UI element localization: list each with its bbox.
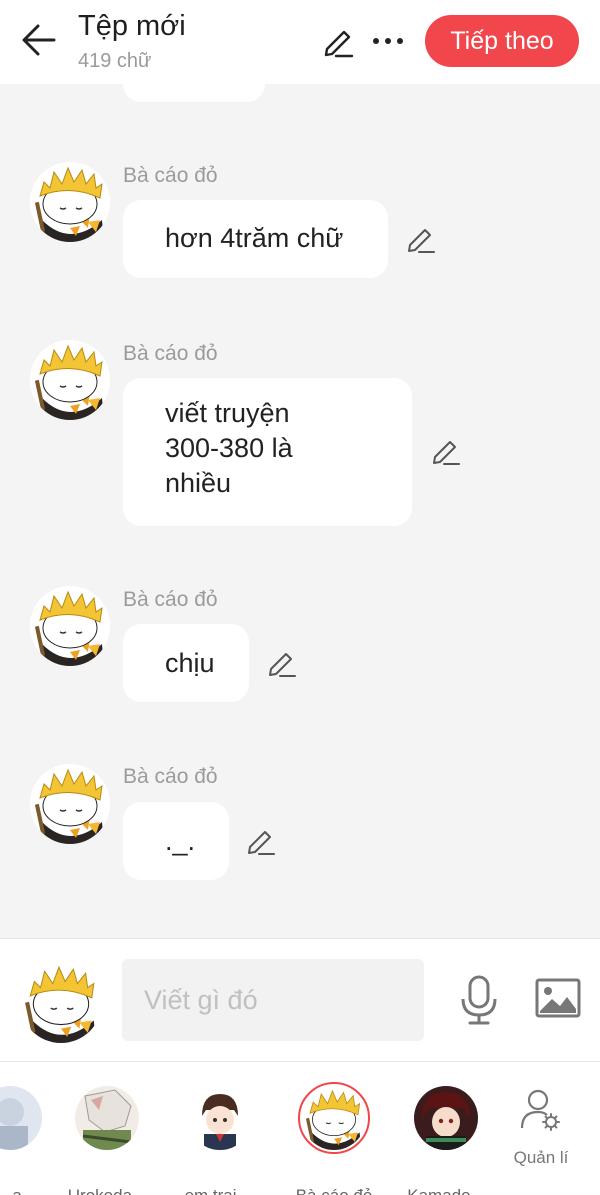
- character-avatar: [298, 1082, 370, 1154]
- character-name: em trai ...: [170, 1186, 270, 1195]
- message-text-line: viết truyện: [165, 398, 290, 428]
- message-bubble[interactable]: hơn 4trăm chữ: [123, 200, 388, 278]
- avatar[interactable]: [30, 340, 110, 420]
- character-name: Bà cáo đỏ: [284, 1186, 384, 1195]
- message-text-line: nhiều: [165, 468, 232, 498]
- character-name: a...: [0, 1186, 60, 1195]
- edit-message-button[interactable]: [265, 646, 299, 680]
- message-bubble[interactable]: ._.: [123, 802, 229, 880]
- avatar[interactable]: [30, 586, 110, 666]
- message-text: chịu: [165, 648, 215, 678]
- sender-name: Bà cáo đỏ: [123, 588, 218, 611]
- avatar[interactable]: [30, 162, 110, 242]
- arrow-left-icon: [22, 24, 56, 56]
- user-settings-icon: [520, 1089, 560, 1131]
- microphone-icon: [461, 975, 497, 1025]
- message-text: hơn 4trăm chữ: [165, 223, 344, 253]
- back-button[interactable]: [18, 20, 62, 60]
- more-dots-icon: [373, 38, 403, 44]
- more-options-button[interactable]: [368, 22, 408, 62]
- voice-input-button[interactable]: [458, 975, 500, 1025]
- manage-characters-button[interactable]: Quản lí: [506, 1084, 576, 1184]
- sender-name: Bà cáo đỏ: [123, 164, 218, 187]
- next-button[interactable]: Tiếp theo: [425, 15, 579, 67]
- sender-name: Bà cáo đỏ: [123, 342, 218, 365]
- insert-image-button[interactable]: [534, 977, 582, 1021]
- pencil-icon: [269, 653, 296, 677]
- avatar[interactable]: [30, 764, 110, 844]
- edit-message-button[interactable]: [244, 824, 278, 858]
- manage-label: Quản lí: [513, 1148, 569, 1167]
- edit-message-button[interactable]: [429, 434, 463, 468]
- chat-area[interactable]: Bà cáo đỏ hơn 4trăm chữ Bà cáo đỏ viết t…: [0, 84, 600, 938]
- message-bubble-partial: [123, 84, 265, 102]
- character-avatar: [75, 1086, 139, 1150]
- message-bubble[interactable]: viết truyện 300-380 là nhiều: [123, 378, 412, 526]
- pencil-icon: [248, 831, 275, 855]
- sender-name: Bà cáo đỏ: [123, 765, 218, 788]
- character-bar: a... Urokoda...: [0, 1062, 600, 1195]
- message-text-line: 300-380 là: [165, 433, 293, 463]
- edit-message-button[interactable]: [404, 222, 438, 256]
- top-bar: Tệp mới 419 chữ Tiếp theo: [0, 0, 600, 84]
- word-count: 419 chữ: [78, 50, 152, 72]
- character-name: Urokoda...: [57, 1186, 157, 1195]
- character-avatar: [414, 1086, 478, 1150]
- character-name: Kamado...: [396, 1186, 496, 1195]
- message-bubble[interactable]: chịu: [123, 624, 249, 702]
- character-avatar: [0, 1086, 42, 1150]
- pencil-icon: [324, 30, 354, 58]
- character-avatar: [188, 1086, 252, 1150]
- edit-title-button[interactable]: [318, 22, 358, 62]
- pencil-icon: [408, 229, 435, 253]
- message-input[interactable]: [122, 959, 424, 1041]
- message-composer: [0, 938, 600, 1062]
- current-character-avatar[interactable]: [20, 961, 102, 1043]
- message-text: ._.: [165, 826, 196, 856]
- pencil-icon: [433, 441, 460, 465]
- image-icon: [535, 978, 581, 1018]
- page-title: Tệp mới: [78, 10, 186, 42]
